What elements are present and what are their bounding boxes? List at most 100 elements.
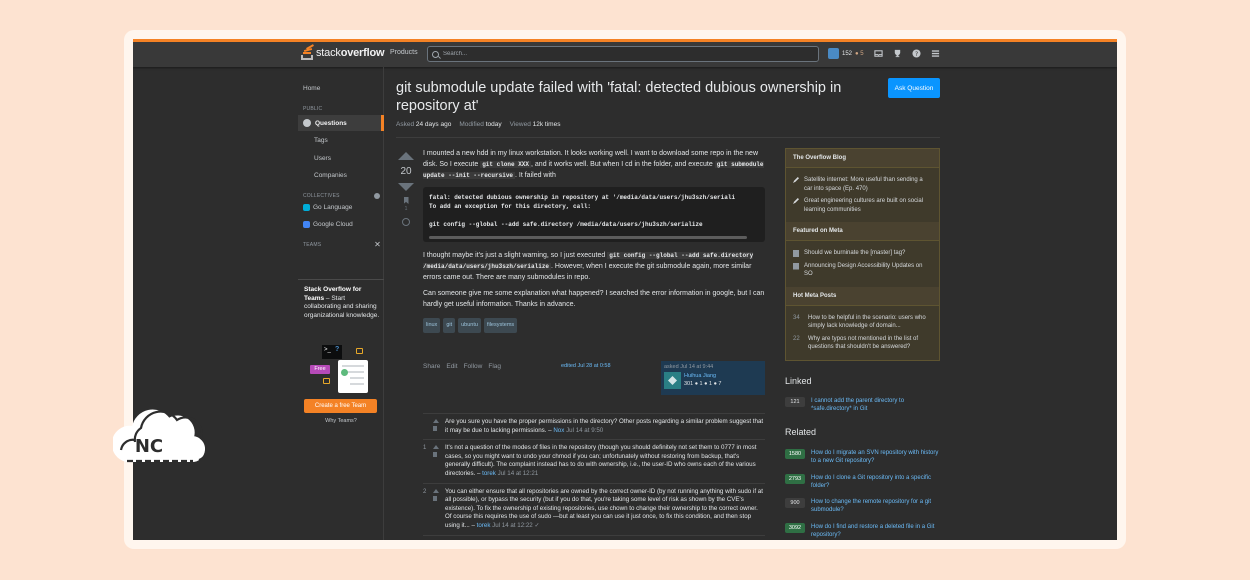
globe-icon — [303, 119, 311, 127]
collective-google-cloud[interactable]: Google Cloud — [303, 221, 353, 228]
question-title[interactable]: git submodule update failed with 'fatal:… — [396, 79, 866, 115]
edited-link[interactable]: edited Jul 28 at 0:58 — [561, 363, 611, 369]
related-question[interactable]: 3092 How do I find and restore a deleted… — [785, 523, 940, 539]
comment-user[interactable]: torek — [482, 470, 496, 477]
help-icon[interactable]: ? — [912, 49, 921, 58]
flag-link[interactable]: Flag — [488, 363, 501, 370]
info-icon[interactable] — [374, 193, 380, 199]
nav-questions[interactable]: Questions — [298, 115, 384, 131]
nav-questions-label: Questions — [315, 119, 347, 127]
nav-companies[interactable]: Companies — [314, 172, 347, 179]
related-question[interactable]: 2793 How do I clone a Git repository int… — [785, 474, 940, 490]
nc-logo-text: NC — [135, 436, 163, 457]
browser-viewport: stackoverflow Products 152 ● 5 ? Home PU… — [133, 39, 1117, 540]
site-logo[interactable]: stackoverflow — [301, 44, 385, 60]
flag-icon[interactable] — [433, 495, 437, 501]
paragraph-2: I thought maybe it's just a slight warni… — [423, 250, 765, 283]
question-mark-icon: ? — [335, 346, 340, 353]
linked-heading: Linked — [785, 376, 812, 386]
upvote-comment-icon[interactable] — [433, 488, 439, 493]
go-icon — [303, 204, 310, 211]
code-block: fatal: detected dubious ownership in rep… — [423, 187, 765, 242]
nav-tags[interactable]: Tags — [314, 137, 328, 144]
search-box[interactable] — [427, 46, 819, 62]
owner-name[interactable]: Huihua Jiang — [684, 373, 716, 379]
blog-item[interactable]: Great engineering cultures are built on … — [793, 197, 932, 214]
nav-section-public: PUBLIC — [303, 106, 323, 112]
divider — [396, 137, 940, 138]
tag-filesystems[interactable]: filesystems — [483, 318, 518, 333]
overflow-blog-widget: The Overflow Blog Satellite internet: Mo… — [785, 148, 940, 361]
comment-score: 1 — [423, 445, 427, 452]
related-question-title[interactable]: How do I find and restore a deleted file… — [811, 523, 940, 539]
user-profile-link[interactable]: 152 ● 5 — [828, 48, 864, 59]
teams-illustration: >_ ? Free — [308, 345, 372, 393]
nav-users[interactable]: Users — [314, 155, 331, 162]
meta-item-text: Announcing Design Accessibility Updates … — [804, 262, 923, 278]
search-icon — [432, 50, 439, 58]
blog-item-text: Great engineering cultures are built on … — [804, 198, 924, 213]
tag-list: linux git ubuntu filesystems — [423, 318, 765, 333]
nav-section-collectives: COLLECTIVES — [303, 193, 384, 199]
flag-icon[interactable] — [433, 452, 437, 458]
follow-link[interactable]: Follow — [464, 363, 483, 370]
comment-timestamp: Jul 14 at 12:21 — [495, 469, 539, 477]
comment-user[interactable]: Nox — [553, 427, 564, 434]
svg-text:?: ? — [914, 51, 917, 58]
related-question-title[interactable]: How to change the remote repository for … — [811, 498, 940, 514]
comment-user[interactable]: torek — [477, 522, 491, 529]
share-link[interactable]: Share — [423, 363, 440, 370]
edit-link[interactable]: Edit — [446, 363, 457, 370]
code-scrollbar[interactable] — [429, 236, 747, 239]
chat-icon — [793, 250, 799, 257]
linked-question[interactable]: 121 I cannot add the parent directory to… — [785, 397, 940, 413]
meta-item[interactable]: Should we burninate the [master] tag? — [793, 249, 932, 258]
nc-cloud-logo: NC — [113, 409, 205, 463]
related-score: 2793 — [785, 474, 805, 484]
related-heading: Related — [785, 427, 817, 437]
site-switcher-icon[interactable] — [931, 49, 940, 58]
history-icon[interactable] — [402, 218, 410, 226]
why-teams-link[interactable]: Why Teams? — [298, 418, 384, 424]
achievements-icon[interactable] — [893, 49, 902, 58]
linked-question-title[interactable]: I cannot add the parent directory to *sa… — [811, 397, 940, 413]
comment: 2 You can either ensure that all reposit… — [423, 484, 765, 536]
create-team-button[interactable]: Create a free Team — [304, 399, 377, 413]
owner-reputation: 301 ● 1 ● 1 ● 7 — [684, 381, 722, 387]
top-bar: stackoverflow Products 152 ● 5 ? — [133, 42, 1117, 67]
search-input[interactable] — [443, 51, 803, 57]
viewed-value: 12k times — [532, 121, 561, 128]
stack-logo-icon — [301, 44, 314, 60]
tag-linux[interactable]: linux — [423, 318, 441, 333]
modified-value[interactable]: today — [486, 121, 502, 128]
teams-promo-text: Stack Overflow for Teams – Start collabo… — [304, 286, 380, 320]
hot-meta-item[interactable]: 34 How to be helpful in the scenario: use… — [793, 314, 932, 331]
tag-ubuntu[interactable]: ubuntu — [458, 318, 481, 333]
blog-heading: The Overflow Blog — [786, 149, 939, 168]
downvote-icon[interactable] — [398, 183, 414, 191]
blog-item[interactable]: Satellite internet: More useful than sen… — [793, 176, 932, 193]
upvote-comment-icon[interactable] — [433, 419, 439, 423]
hot-meta-item[interactable]: 22 Why are typos not mentioned in the lis… — [793, 335, 932, 352]
nav-home[interactable]: Home — [303, 85, 320, 92]
tag-git[interactable]: git — [443, 318, 456, 333]
related-question-title[interactable]: How do I clone a Git repository into a s… — [811, 474, 940, 490]
upvote-comment-icon[interactable] — [433, 445, 439, 450]
upvote-icon[interactable] — [398, 152, 414, 160]
bookmark-icon[interactable] — [403, 197, 409, 204]
teams-label: TEAMS — [303, 242, 322, 248]
collective-go[interactable]: Go Language — [303, 204, 352, 211]
collective-go-label: Go Language — [313, 204, 353, 212]
flag-icon[interactable] — [433, 426, 437, 431]
inbox-icon[interactable] — [874, 49, 883, 58]
related-question-title[interactable]: How do I migrate an SVN repository with … — [811, 449, 940, 465]
owner-avatar[interactable] — [664, 372, 681, 389]
ask-question-button[interactable]: Ask Question — [888, 78, 940, 98]
related-question[interactable]: 900 How to change the remote repository … — [785, 498, 940, 514]
meta-item[interactable]: Announcing Design Accessibility Updates … — [793, 262, 932, 279]
products-link[interactable]: Products — [390, 49, 418, 56]
related-question[interactable]: 1580 How do I migrate an SVN repository … — [785, 449, 940, 465]
paragraph-3: Can someone give me some explanation wha… — [423, 290, 765, 308]
owner-card: asked Jul 14 at 9:44 Huihua Jiang 301 ● … — [661, 361, 765, 395]
close-icon[interactable]: ✕ — [374, 240, 381, 249]
